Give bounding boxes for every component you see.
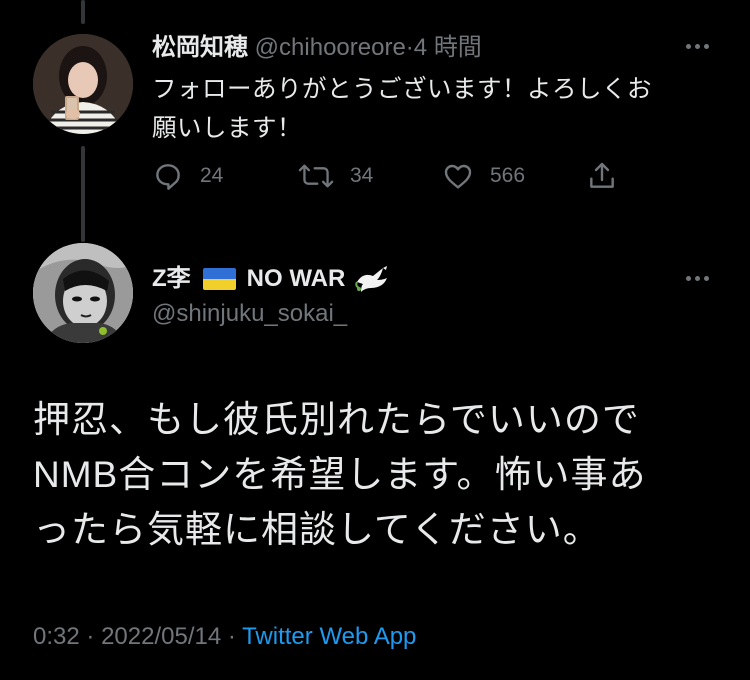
main-header: Z李 NO WAR xyxy=(152,262,391,296)
ukraine-flag-icon xyxy=(202,268,236,290)
source-app-link[interactable]: Twitter Web App xyxy=(242,623,416,650)
main-display-name-prefix[interactable]: Z李 xyxy=(152,263,191,295)
main-text: 押忍、もし彼氏別れたらでいいので NMB合コンを希望します。怖い事あ ったら気軽… xyxy=(33,392,723,557)
reply-icon xyxy=(156,164,180,190)
reply-handle[interactable]: @chihooreore xyxy=(255,34,406,61)
like-button[interactable]: 566 xyxy=(442,160,525,192)
reply-more-icon[interactable] xyxy=(686,44,709,49)
reply-display-name[interactable]: 松岡知穂 xyxy=(152,34,248,61)
thread-line-top xyxy=(81,0,85,24)
reply-count: 24 xyxy=(200,164,224,187)
like-count: 566 xyxy=(490,164,526,187)
reply-header: 松岡知穂 @chihooreore·4 時間 xyxy=(152,33,482,63)
timestamp-time[interactable]: 0:32 xyxy=(33,623,80,650)
retweet-count: 34 xyxy=(350,164,374,187)
reply-text-line1: フォローありがとうございます！よろしくお xyxy=(152,76,652,103)
share-button[interactable] xyxy=(586,160,618,192)
reply-text-line2: 願いします！ xyxy=(152,115,302,142)
share-icon xyxy=(590,162,614,188)
meta-separator-1: · xyxy=(86,623,95,650)
tweet-metadata: 0:32 · 2022/05/14 · Twitter Web App xyxy=(33,623,416,651)
main-text-line1: 押忍、もし彼氏別れたらでいいので xyxy=(33,399,640,440)
main-text-line3: ったら気軽に相談してください。 xyxy=(33,509,601,550)
reply-button[interactable]: 24 xyxy=(152,160,223,192)
reply-text: フォローありがとうございます！よろしくお 願いします！ xyxy=(152,70,722,148)
meta-separator-2: · xyxy=(227,623,236,650)
heart-icon xyxy=(444,164,472,189)
reply-avatar[interactable] xyxy=(33,34,133,134)
main-handle[interactable]: @shinjuku_sokai_ xyxy=(152,300,347,328)
retweet-icon xyxy=(298,164,334,188)
main-more-icon[interactable] xyxy=(686,276,709,281)
dove-icon xyxy=(355,266,388,292)
main-text-line2: NMB合コンを希望します。怖い事あ xyxy=(33,454,647,495)
main-display-name-suffix[interactable]: NO WAR xyxy=(247,263,346,295)
retweet-button[interactable]: 34 xyxy=(298,160,373,192)
main-avatar[interactable] xyxy=(33,243,133,343)
reply-time[interactable]: 4 時間 xyxy=(414,34,482,61)
reply-separator: · xyxy=(405,34,414,61)
thread-line-connector xyxy=(81,146,85,242)
reply-action-bar: 24 34 566 xyxy=(152,160,632,196)
timestamp-date[interactable]: 2022/05/14 xyxy=(101,623,221,650)
